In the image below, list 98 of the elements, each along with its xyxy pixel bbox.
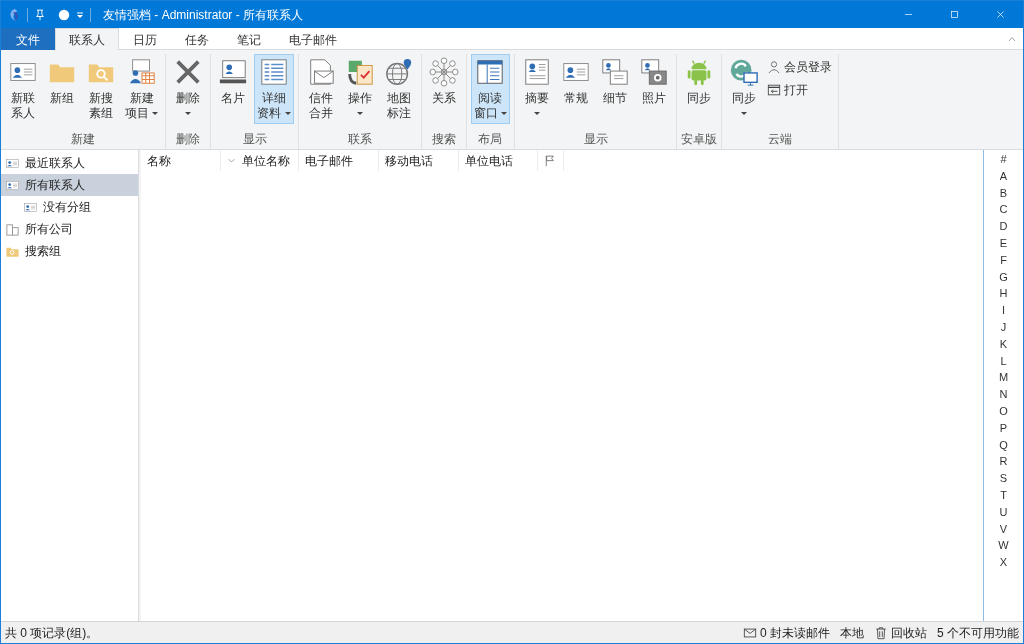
- index-letter[interactable]: K: [999, 335, 1008, 353]
- index-letter[interactable]: F: [1000, 251, 1007, 269]
- index-letter[interactable]: R: [999, 453, 1008, 471]
- caret-icon: [741, 112, 748, 115]
- network-icon: [428, 57, 459, 87]
- ribbon-button[interactable]: 同步: [681, 54, 718, 124]
- caret-icon: [356, 112, 363, 115]
- open-window-icon: [767, 83, 782, 97]
- group-label: 删除: [175, 131, 202, 148]
- sort-chevron-icon: [227, 157, 236, 164]
- ribbon-button[interactable]: 新组: [44, 54, 80, 124]
- group-label: 联系: [346, 131, 373, 148]
- ribbon-button[interactable]: 地图 标注: [380, 54, 417, 124]
- group-label: 搜索: [430, 131, 457, 148]
- dropdown-icon: [76, 10, 84, 19]
- ribbon-small-button[interactable]: 会员登录: [765, 57, 835, 77]
- flag-icon: [544, 153, 556, 168]
- index-letter[interactable]: U: [999, 503, 1008, 521]
- group-label: 安卓版: [681, 131, 718, 148]
- index-letter[interactable]: O: [999, 402, 1008, 420]
- ribbon-tab[interactable]: 文件: [1, 28, 55, 50]
- ribbon-small-button[interactable]: 打开: [765, 80, 835, 100]
- index-letter[interactable]: S: [999, 470, 1008, 487]
- ribbon-button[interactable]: 摘要: [519, 54, 556, 124]
- sidebar-item[interactable]: 没有分组: [1, 196, 138, 218]
- index-letter[interactable]: H: [999, 285, 1008, 303]
- caret-icon: [534, 112, 541, 115]
- sync-monitor-icon: [729, 57, 760, 87]
- index-letter[interactable]: P: [999, 419, 1008, 437]
- trash-icon: [874, 625, 888, 640]
- mail-icon: [742, 625, 757, 640]
- ribbon-button[interactable]: 操作: [341, 54, 378, 124]
- status-text: 0 封未读邮件: [759, 624, 830, 642]
- ribbon-button[interactable]: 阅读 窗口: [470, 54, 511, 124]
- index-letter[interactable]: G: [999, 268, 1008, 286]
- reading-pane-icon: [475, 57, 506, 87]
- sidebar-item[interactable]: 最近联系人: [1, 152, 138, 174]
- group-label: 布局: [477, 131, 504, 148]
- sidebar-item[interactable]: 所有公司: [1, 218, 138, 240]
- index-letter[interactable]: Q: [999, 436, 1008, 454]
- user-icon: [767, 60, 782, 74]
- index-letter[interactable]: I: [1001, 302, 1006, 319]
- close-icon: [994, 9, 1006, 20]
- chevron-up-icon: [1007, 34, 1017, 43]
- circle-icon: [58, 8, 70, 21]
- status-text: 回收站: [891, 624, 927, 642]
- ribbon-button[interactable]: 同步: [726, 54, 763, 124]
- index-letter[interactable]: E: [999, 235, 1008, 252]
- window-title: 友情强档 - Administrator - 所有联系人: [103, 6, 303, 24]
- group-label: 新建: [70, 131, 97, 148]
- index-letter[interactable]: B: [999, 184, 1008, 202]
- status-text: 5 个不可用功能: [937, 624, 1019, 642]
- maximize-icon: [948, 9, 960, 20]
- ribbon-button[interactable]: 详细 资料: [254, 54, 294, 124]
- ribbon-tab[interactable]: 任务: [171, 28, 223, 50]
- globe-pin-icon: [383, 57, 414, 87]
- ribbon-button[interactable]: 删除: [170, 54, 207, 124]
- ribbon-button[interactable]: 关系: [425, 54, 462, 124]
- ribbon-button[interactable]: 照片: [636, 54, 673, 124]
- status-text: 本地: [840, 624, 864, 642]
- stacked-cards-icon: [600, 57, 631, 87]
- ribbon-tab[interactable]: 笔记: [223, 28, 275, 50]
- ribbon-button[interactable]: 常规: [558, 54, 595, 124]
- building-icon: [5, 221, 20, 237]
- ribbon-button[interactable]: 细节: [597, 54, 634, 124]
- index-letter[interactable]: J: [1000, 318, 1007, 336]
- caret-icon: [501, 112, 508, 116]
- caret-icon: [152, 112, 159, 116]
- pin-icon: [34, 7, 46, 22]
- index-letter[interactable]: T: [1000, 486, 1007, 504]
- ribbon-button[interactable]: 新建 项目: [122, 54, 162, 124]
- group-label: 云端: [767, 131, 794, 148]
- ribbon-button[interactable]: 名片: [215, 54, 252, 124]
- sidebar-item[interactable]: 所有联系人: [1, 174, 138, 196]
- index-letter[interactable]: #: [1000, 151, 1007, 168]
- sidebar-item[interactable]: 搜索组: [1, 240, 138, 262]
- ribbon-button[interactable]: 新搜 素组: [83, 54, 119, 124]
- index-letter[interactable]: X: [999, 554, 1008, 571]
- ribbon-tab[interactable]: 日历: [119, 28, 171, 50]
- ribbon-button[interactable]: 新联 系人: [5, 54, 41, 124]
- detail-list-icon: [259, 57, 289, 87]
- ribbon-tab[interactable]: 电子邮件: [275, 28, 351, 50]
- index-letter[interactable]: A: [999, 167, 1008, 185]
- group-label: 显示: [241, 131, 268, 148]
- ribbon-button[interactable]: 信件 合并: [302, 54, 339, 124]
- index-letter[interactable]: L: [1000, 352, 1007, 370]
- group-label: 显示: [582, 131, 609, 148]
- status-text: 共 0 项记录(组)。: [5, 624, 99, 642]
- index-letter[interactable]: N: [999, 386, 1008, 403]
- index-letter[interactable]: D: [999, 218, 1008, 235]
- caret-icon: [185, 112, 192, 115]
- index-letter[interactable]: C: [999, 201, 1008, 219]
- index-letter[interactable]: V: [999, 520, 1008, 538]
- index-letter[interactable]: W: [998, 537, 1009, 555]
- ribbon-tab[interactable]: 联系人: [55, 28, 119, 50]
- index-letter[interactable]: M: [998, 369, 1009, 387]
- photo-card-icon: [639, 57, 670, 87]
- caret-icon: [284, 112, 291, 116]
